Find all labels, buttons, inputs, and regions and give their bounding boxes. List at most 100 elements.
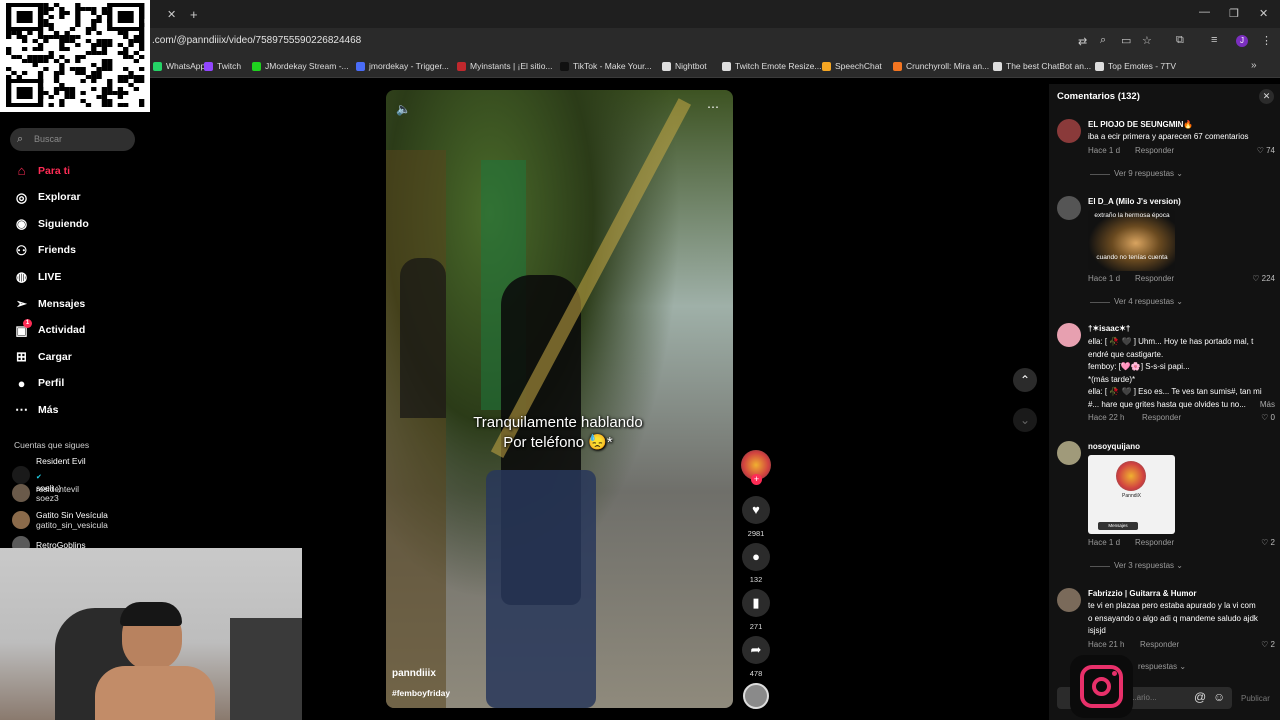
sound-disc[interactable] [743,683,769,709]
window-close-icon[interactable]: ✕ [1259,7,1268,20]
url-text[interactable]: .com/@panndiiix/video/758975559022682446… [152,35,361,46]
sidebar-item-friends[interactable]: ⚇ Friends [14,243,76,258]
search-input[interactable] [10,128,135,151]
bookmark-item[interactable]: Nightbot [662,61,707,71]
close-icon: ✕ [1262,91,1271,101]
comment-avatar[interactable] [1057,196,1081,220]
previous-video-button[interactable]: ⌃ [1013,368,1037,392]
like-button[interactable]: ♥ [742,496,770,524]
bookmark-item[interactable]: Twitch [204,61,241,71]
comment-username[interactable]: Fabrizzio | Guitarra & Humor [1088,589,1196,598]
bookmark-item[interactable]: TikTok - Make Your... [560,61,652,71]
bookmark-favicon-icon [560,61,569,71]
follow-plus-icon[interactable]: + [751,474,762,485]
save-button[interactable]: ▮ [742,589,770,617]
reply-button[interactable]: Responder [1135,538,1174,547]
reply-button[interactable]: Responder [1135,146,1174,155]
qr-module [75,59,81,63]
profile-avatar[interactable]: J [1236,35,1248,47]
view-replies-button[interactable]: respuestas ⌄ [1138,662,1186,671]
new-tab-icon[interactable]: + [190,7,198,22]
volume-icon[interactable]: 🔈 [396,102,411,116]
reply-button[interactable]: Responder [1140,640,1179,649]
sidebar-item-explorar[interactable]: ◎ Explorar [14,190,81,205]
avatar [12,484,30,502]
reply-button[interactable]: Responder [1142,413,1181,422]
extensions-icon[interactable]: ⧉ [1176,34,1184,47]
comment-like[interactable]: ♡ 2 [1261,640,1275,649]
tab-close-icon[interactable]: ✕ [167,8,176,21]
zoom-icon[interactable]: ⌕ [1100,34,1106,47]
comment-avatar[interactable] [1057,588,1081,612]
bookmark-favicon-icon [356,61,365,71]
comment-sticker[interactable]: extraño la hermosa época cuando no tenía… [1088,209,1175,271]
comment-like[interactable]: ♡ 224 [1252,274,1275,283]
bookmark-favicon-icon [893,61,902,71]
comment-avatar[interactable] [1057,323,1081,347]
sidebar-item-más[interactable]: ⋯ Más [14,402,58,417]
comment-username[interactable]: nosoyquijano [1088,442,1140,451]
minimize-icon[interactable]: — [1199,6,1210,18]
bookmark-item[interactable]: Myinstants | ¡El sitio... [457,61,553,71]
comment-sticker[interactable]: PanndiX Mensajes [1088,455,1175,534]
cast-icon[interactable]: ▭ [1121,34,1131,47]
translate-icon[interactable]: ⇄ [1078,35,1087,48]
sidebar-item-live[interactable]: ◍ LIVE [14,269,62,284]
sidebar-item-perfil[interactable]: ● Perfil [14,376,65,391]
video-more-icon[interactable]: ⋯ [707,100,719,114]
sidebar-item-mensajes[interactable]: ➢ Mensajes [14,296,85,311]
qr-module [91,19,97,23]
comment-avatar[interactable] [1057,441,1081,465]
qr-module [32,47,38,51]
sidebar-item-para-ti[interactable]: ⌂ Para ti [14,163,71,178]
video-author[interactable]: panndiiix [392,668,436,679]
bookmark-item[interactable]: The best ChatBot an... [993,61,1091,71]
bookmark-favicon-icon [252,61,261,71]
reply-button[interactable]: Responder [1135,274,1174,283]
comment-button[interactable]: ● [742,543,770,571]
comment-like-count: 2 [1270,640,1275,649]
bookmark-item[interactable]: WhatsApp [153,61,205,71]
bookmark-item[interactable]: JMordekay Stream -... [252,61,349,71]
restore-icon[interactable]: ❐ [1229,7,1239,20]
comment-username[interactable]: EL PIOJO DE SEUNGMIN🔥 [1088,120,1193,129]
chrome-menu-icon[interactable]: ⋮ [1261,34,1272,47]
qr-module [107,63,113,67]
mention-icon[interactable]: @ [1194,690,1206,704]
sidebar-item-siguiendo[interactable]: ◉ Siguiendo [14,216,89,231]
instagram-flash [1112,671,1117,676]
view-replies-button[interactable]: Ver 3 respuestas ⌄ [1114,561,1183,570]
comment-like[interactable]: ♡ 0 [1261,413,1275,422]
qr-module [69,67,76,71]
following-account[interactable]: Gatito Sin Vesícula gatito_sin_vesicula [12,510,108,530]
next-video-button[interactable]: ⌄ [1013,408,1037,432]
qr-module [117,31,124,35]
sidebar-item-actividad[interactable]: ▣ 1 Actividad [14,318,85,338]
bookmark-star-icon[interactable]: ☆ [1142,34,1152,47]
bookmark-item[interactable]: Twitch Emote Resize... [722,61,821,71]
video-player[interactable] [386,90,733,708]
view-replies-button[interactable]: Ver 4 respuestas ⌄ [1114,297,1183,306]
video-hashtag[interactable]: #femboyfriday [392,688,450,698]
following-account[interactable]: soeli :) soez3 [12,483,61,503]
more-text-button[interactable]: Más [1260,399,1275,412]
publish-button[interactable]: Publicar [1241,694,1270,703]
bookmark-item[interactable]: Crunchyroll: Mira an... [893,61,989,71]
comment-like[interactable]: ♡ 74 [1257,146,1275,155]
comment-username[interactable]: †✶isaac✶† [1088,324,1130,333]
share-button[interactable]: ➦ [742,636,770,664]
comment-username[interactable]: El D_A (Milo J's version) [1088,197,1181,206]
bookmark-item[interactable]: Top Emotes - 7TV [1095,61,1176,71]
comment-like[interactable]: ♡ 2 [1261,538,1275,547]
bookmark-item[interactable]: jmordekay - Trigger... [356,61,449,71]
media-icon[interactable]: ≡ [1211,34,1217,46]
bookmarks-overflow-icon[interactable]: » [1251,60,1257,71]
bookmark-item[interactable]: SpeechChat [822,61,882,71]
qr-module [69,39,76,43]
close-comments-button[interactable]: ✕ [1259,89,1274,104]
sidebar-item-cargar[interactable]: ⊞ Cargar [14,349,72,364]
emoji-icon[interactable]: ☺ [1213,690,1225,704]
comment-avatar[interactable] [1057,119,1081,143]
qr-module [53,3,60,7]
view-replies-button[interactable]: Ver 9 respuestas ⌄ [1114,169,1183,178]
